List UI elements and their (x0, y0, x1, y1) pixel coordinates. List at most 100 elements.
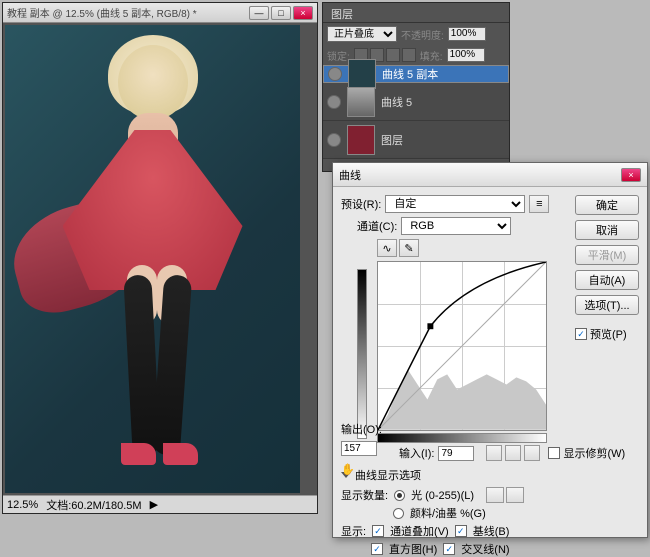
file-size: 文档:60.2M/180.5M (46, 497, 141, 513)
output-label: 输出(O): (341, 421, 382, 437)
point-curve-icon[interactable]: ∿ (377, 239, 397, 257)
baseline-label: 基线(B) (473, 523, 510, 539)
document-window: 教程 副本 @ 12.5% (曲线 5 副本, RGB/8) * — □ × 1… (2, 2, 318, 514)
status-bar: 12.5% 文档:60.2M/180.5M ▶ (3, 495, 317, 513)
document-title: 教程 副本 @ 12.5% (曲线 5 副本, RGB/8) * (7, 5, 249, 20)
show-clip-label: 显示修剪(W) (563, 445, 625, 461)
light-radio[interactable] (394, 490, 405, 501)
lock-position-icon[interactable] (386, 48, 400, 62)
preset-label: 预设(R): (341, 196, 381, 212)
layer-row[interactable]: 曲线 5 (323, 83, 509, 121)
curve-display-expand[interactable]: 曲线显示选项 (341, 467, 639, 483)
show-row-1: 显示: ✓ 通道叠加(V) ✓ 基线(B) (341, 523, 639, 539)
lock-label: 锁定: (327, 48, 350, 63)
grid-fine-icon[interactable] (506, 487, 524, 503)
output-block: 输出(O): (341, 421, 382, 456)
figure-illustration (43, 35, 263, 475)
preset-menu-icon[interactable]: ≡ (529, 195, 549, 213)
channel-select[interactable]: RGB (401, 217, 511, 235)
preview-checkbox-row[interactable]: ✓ 预览(P) (575, 326, 639, 342)
amount-label: 显示数量: (341, 487, 388, 503)
pigment-label: 颜料/油墨 %(G) (410, 505, 486, 521)
amount-row: 显示数量: 光 (0-255)(L) (341, 487, 639, 503)
show-label: 显示: (341, 523, 366, 539)
intersection-label: 交叉线(N) (461, 541, 509, 557)
canvas[interactable] (5, 25, 300, 493)
expand-label: 曲线显示选项 (355, 467, 421, 483)
black-point-eyedropper-icon[interactable] (486, 445, 502, 461)
visibility-eye-icon[interactable] (327, 95, 341, 109)
layer-thumbnail[interactable] (347, 87, 375, 117)
zoom-level[interactable]: 12.5% (7, 499, 38, 511)
close-button[interactable]: × (293, 6, 313, 20)
opacity-label: 不透明度: (401, 27, 444, 42)
layer-thumbnail[interactable] (348, 59, 376, 89)
histogram-checkbox[interactable]: ✓ (371, 543, 383, 555)
blend-mode-select[interactable]: 正片叠底 (327, 26, 397, 42)
layer-row[interactable]: 图层 (323, 121, 509, 159)
minimize-button[interactable]: — (249, 6, 269, 20)
dialog-titlebar[interactable]: 曲线 × (333, 163, 647, 187)
input-block: 输入(I): 显示修剪(W) (399, 445, 639, 461)
layer-thumbnail[interactable] (347, 125, 375, 155)
grid-coarse-icon[interactable] (486, 487, 504, 503)
fill-value[interactable]: 100% (447, 48, 485, 62)
curve-line[interactable] (378, 262, 546, 430)
pencil-curve-icon[interactable]: ✎ (399, 239, 419, 257)
overlay-label: 通道叠加(V) (390, 523, 449, 539)
gray-point-eyedropper-icon[interactable] (505, 445, 521, 461)
eyedropper-group (486, 445, 540, 461)
preview-label: 预览(P) (590, 326, 627, 342)
visibility-eye-icon[interactable] (327, 133, 341, 147)
lock-all-icon[interactable] (402, 48, 416, 62)
channel-label: 通道(C): (357, 218, 397, 234)
layer-options-row: 正片叠底 不透明度: 100% (323, 23, 509, 45)
dialog-close-button[interactable]: × (621, 168, 641, 182)
document-titlebar[interactable]: 教程 副本 @ 12.5% (曲线 5 副本, RGB/8) * — □ × (3, 3, 317, 23)
show-row-2: ✓ 直方图(H) ✓ 交叉线(N) (371, 541, 639, 557)
overlay-checkbox[interactable]: ✓ (372, 525, 384, 537)
light-label: 光 (0-255)(L) (411, 487, 474, 503)
histogram-label: 直方图(H) (389, 541, 437, 557)
dialog-body: 确定 取消 平滑(M) 自动(A) 选项(T)... ✓ 预览(P) 预设(R)… (333, 187, 647, 537)
pigment-row: 颜料/油墨 %(G) (393, 505, 639, 521)
baseline-checkbox[interactable]: ✓ (455, 525, 467, 537)
input-label: 输入(I): (399, 445, 434, 461)
input-input[interactable] (438, 446, 474, 461)
visibility-eye-icon[interactable] (328, 67, 342, 81)
layers-panel: 图层 正片叠底 不透明度: 100% 锁定: 填充: 100% 曲线 5 副本 … (322, 2, 510, 172)
auto-button[interactable]: 自动(A) (575, 270, 639, 290)
intersection-checkbox[interactable]: ✓ (443, 543, 455, 555)
control-point[interactable] (427, 323, 433, 329)
window-buttons: — □ × (249, 6, 313, 20)
cancel-button[interactable]: 取消 (575, 220, 639, 240)
show-clip-row[interactable]: 显示修剪(W) (548, 445, 625, 461)
input-gradient (377, 433, 547, 443)
output-input[interactable] (341, 441, 377, 456)
output-gradient (357, 269, 367, 439)
layer-name[interactable]: 图层 (381, 132, 403, 148)
white-point-eyedropper-icon[interactable] (524, 445, 540, 461)
opacity-value[interactable]: 100% (448, 27, 486, 41)
preset-select[interactable]: 自定 (385, 195, 525, 213)
fill-label: 填充: (420, 48, 443, 63)
preview-checkbox[interactable]: ✓ (575, 328, 587, 340)
layer-name[interactable]: 曲线 5 副本 (382, 66, 438, 82)
curves-dialog: 曲线 × 确定 取消 平滑(M) 自动(A) 选项(T)... ✓ 预览(P) … (332, 162, 648, 538)
curve-graph[interactable] (377, 261, 547, 431)
layers-tab[interactable]: 图层 (323, 3, 509, 23)
layer-name[interactable]: 曲线 5 (381, 94, 412, 110)
grid-size-buttons (486, 487, 524, 503)
dialog-title: 曲线 (339, 167, 621, 183)
hand-tool-icon[interactable]: ✋ (341, 463, 355, 476)
dialog-side-buttons: 确定 取消 平滑(M) 自动(A) 选项(T)... ✓ 预览(P) (575, 195, 639, 342)
layer-row-selected[interactable]: 曲线 5 副本 (323, 65, 509, 83)
maximize-button[interactable]: □ (271, 6, 291, 20)
status-arrow-icon[interactable]: ▶ (150, 498, 158, 511)
smooth-button[interactable]: 平滑(M) (575, 245, 639, 265)
options-button[interactable]: 选项(T)... (575, 295, 639, 315)
ok-button[interactable]: 确定 (575, 195, 639, 215)
pigment-radio[interactable] (393, 508, 404, 519)
show-clip-checkbox[interactable] (548, 447, 560, 459)
display-options: 显示数量: 光 (0-255)(L) 颜料/油墨 %(G) 显示: ✓ 通道叠加… (341, 487, 639, 557)
